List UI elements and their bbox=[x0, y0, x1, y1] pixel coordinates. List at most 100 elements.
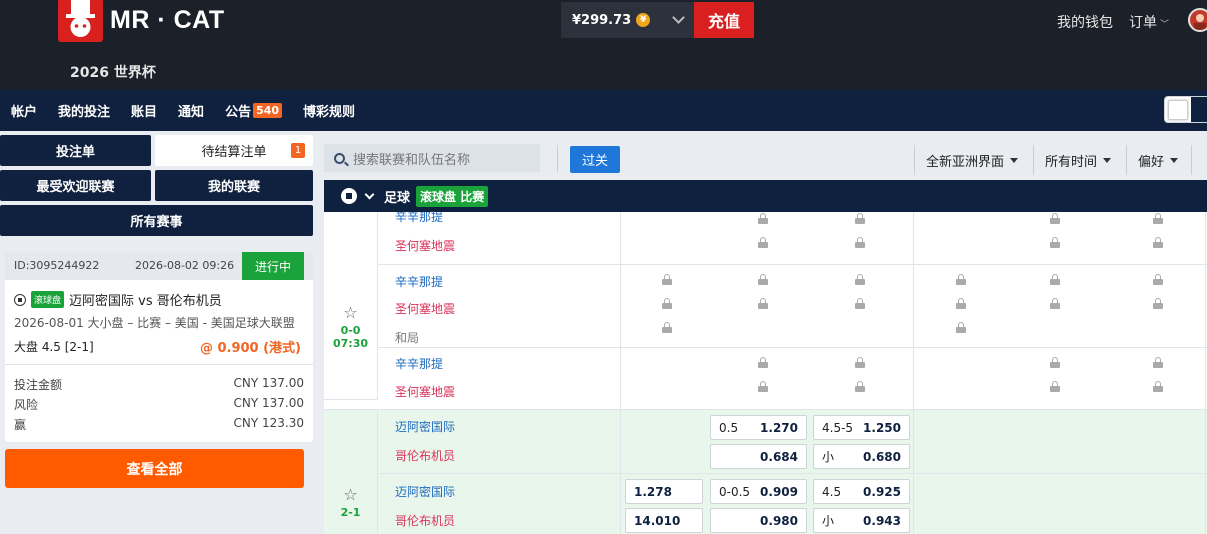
home-team[interactable]: 辛辛那提 bbox=[395, 355, 443, 372]
away-team[interactable]: 哥伦布机员 bbox=[395, 447, 455, 464]
bet-card-header: ID:3095244922 2026-08-02 09:26 进行中 bbox=[5, 252, 313, 280]
brand-name: MR · CAT bbox=[110, 6, 225, 34]
lock-icon bbox=[662, 298, 672, 309]
coin-icon: ¥ bbox=[636, 13, 651, 27]
preference-dropdown-label: 偏好 bbox=[1138, 155, 1165, 170]
match-info-cell: ☆ 0-0 07:30 bbox=[324, 255, 378, 400]
lock-icon bbox=[855, 357, 865, 368]
lock-icon bbox=[1050, 213, 1060, 224]
lock-icon bbox=[855, 274, 865, 285]
under-odds[interactable]: 小 0.943 bbox=[813, 508, 910, 533]
divider bbox=[557, 145, 558, 172]
nav-account[interactable]: 帐户 bbox=[11, 101, 37, 120]
nav-my-bets[interactable]: 我的投注 bbox=[58, 101, 110, 120]
live-tag: 滚球盘 bbox=[31, 291, 65, 308]
chevron-down-icon[interactable] bbox=[364, 189, 375, 200]
handicap-home-odds[interactable]: 0.5 1.270 bbox=[710, 415, 807, 440]
handicap-line: 0.5 bbox=[719, 420, 739, 435]
home-team[interactable]: 辛辛那提 bbox=[395, 273, 443, 290]
my-leagues-button[interactable]: 我的联赛 bbox=[155, 170, 313, 201]
pending-bets-tab[interactable]: 待结算注单 1 bbox=[155, 135, 313, 166]
nav-notifications[interactable]: 通知 bbox=[178, 101, 204, 120]
total-line: 4.5-5 bbox=[822, 420, 854, 435]
preference-dropdown[interactable]: 偏好 bbox=[1138, 151, 1179, 170]
live-tag: 滚球盘 比赛 bbox=[416, 185, 489, 207]
odds-price: 1.250 bbox=[863, 420, 901, 435]
lock-icon bbox=[956, 322, 966, 333]
lock-icon bbox=[855, 237, 865, 248]
topup-button[interactable]: 充值 bbox=[694, 2, 754, 38]
lock-icon bbox=[758, 357, 768, 368]
home-team[interactable]: 辛辛那提 bbox=[395, 212, 443, 225]
view-all-button[interactable]: 查看全部 bbox=[5, 449, 304, 488]
risk-value: CNY 137.00 bbox=[233, 396, 305, 410]
pending-bets-label: 待结算注单 bbox=[201, 145, 267, 160]
home-team[interactable]: 迈阿密国际 bbox=[395, 483, 455, 500]
popular-leagues-button[interactable]: 最受欢迎联赛 bbox=[0, 170, 151, 201]
all-events-button[interactable]: 所有赛事 bbox=[0, 205, 313, 236]
over-odds[interactable]: 4.5-5 1.250 bbox=[813, 415, 910, 440]
home-team[interactable]: 迈阿密国际 bbox=[395, 418, 455, 435]
odds-price: 0.680 bbox=[863, 449, 901, 464]
betslip-tab[interactable]: 投注单 bbox=[0, 135, 151, 166]
away-team[interactable]: 哥伦布机员 bbox=[395, 512, 455, 529]
handicap-away-odds[interactable]: 0.684 bbox=[710, 444, 807, 469]
over-odds[interactable]: 4.5 0.925 bbox=[813, 479, 910, 504]
sport-selector[interactable] bbox=[334, 180, 364, 212]
match-score: 0-0 bbox=[340, 323, 361, 337]
odds-price: 1.270 bbox=[760, 420, 798, 435]
lock-icon bbox=[1050, 357, 1060, 368]
handicap-home-odds[interactable]: 0-0.5 0.909 bbox=[710, 479, 807, 504]
lock-icon bbox=[758, 298, 768, 309]
draw-label: 和局 bbox=[395, 331, 420, 345]
divider bbox=[1205, 348, 1206, 409]
lock-icon bbox=[1153, 274, 1163, 285]
orders-label: 订单 bbox=[1129, 15, 1157, 31]
lock-icon bbox=[1153, 213, 1163, 224]
under-label: 小 bbox=[822, 514, 835, 528]
moneyline-away-odds[interactable]: 14.010 bbox=[625, 508, 703, 533]
nav-betting-rules[interactable]: 博彩规则 bbox=[303, 101, 355, 120]
brand-logo[interactable] bbox=[58, 0, 103, 42]
match-row: ☆ 0-0 07:30 辛辛那提 圣何塞地震 和局 bbox=[324, 255, 1207, 400]
theme-toggle[interactable] bbox=[1164, 96, 1207, 123]
lock-icon bbox=[1153, 237, 1163, 248]
bet-selection: 大盘 4.5 [2-1] bbox=[14, 340, 94, 354]
match-title: 迈阿密国际 vs 哥伦布机员 bbox=[69, 294, 222, 309]
soccer-ball-icon bbox=[14, 293, 26, 306]
nav-statement[interactable]: 账目 bbox=[131, 101, 157, 120]
chevron-down-icon[interactable] bbox=[672, 11, 685, 24]
nav-announcements-label: 公告 bbox=[225, 105, 252, 120]
odds-price: 0.980 bbox=[760, 513, 798, 528]
balance-display[interactable]: ¥299.73 ¥ bbox=[561, 2, 694, 38]
away-team[interactable]: 圣何塞地震 bbox=[395, 300, 455, 317]
view-dropdown[interactable]: 全新亚洲界面 bbox=[926, 151, 1019, 170]
favorite-star-icon[interactable]: ☆ bbox=[343, 486, 357, 503]
lock-icon bbox=[1153, 357, 1163, 368]
user-avatar[interactable] bbox=[1188, 8, 1207, 32]
filter-bar: 搜索联赛和队伍名称 过关 全新亚洲界面 所有时间 偏好 bbox=[320, 131, 1207, 180]
away-team[interactable]: 圣何塞地震 bbox=[395, 237, 455, 254]
under-odds[interactable]: 小 0.680 bbox=[813, 444, 910, 469]
search-placeholder: 搜索联赛和队伍名称 bbox=[353, 152, 471, 168]
handicap-away-odds[interactable]: 0.980 bbox=[710, 508, 807, 533]
divider bbox=[5, 364, 313, 365]
lock-icon bbox=[956, 298, 966, 309]
parlay-button[interactable]: 过关 bbox=[570, 146, 620, 173]
nav-announcements[interactable]: 公告 540 bbox=[225, 101, 283, 120]
lock-icon bbox=[1050, 381, 1060, 392]
lock-icon bbox=[855, 298, 865, 309]
lock-icon bbox=[758, 213, 768, 224]
orders-menu[interactable]: 订单 ﹀ bbox=[1129, 12, 1169, 32]
my-wallet-link[interactable]: 我的钱包 bbox=[1057, 12, 1113, 32]
search-input[interactable]: 搜索联赛和队伍名称 bbox=[324, 144, 540, 172]
away-team[interactable]: 圣何塞地震 bbox=[395, 383, 455, 400]
favorite-star-icon[interactable]: ☆ bbox=[343, 304, 357, 321]
time-dropdown-label: 所有时间 bbox=[1045, 155, 1098, 170]
lock-icon bbox=[1153, 298, 1163, 309]
lock-icon bbox=[1050, 298, 1060, 309]
time-dropdown[interactable]: 所有时间 bbox=[1045, 151, 1112, 170]
odds-price: 0.925 bbox=[863, 484, 901, 499]
moneyline-home-odds[interactable]: 1.278 bbox=[625, 479, 703, 504]
lock-icon bbox=[758, 274, 768, 285]
